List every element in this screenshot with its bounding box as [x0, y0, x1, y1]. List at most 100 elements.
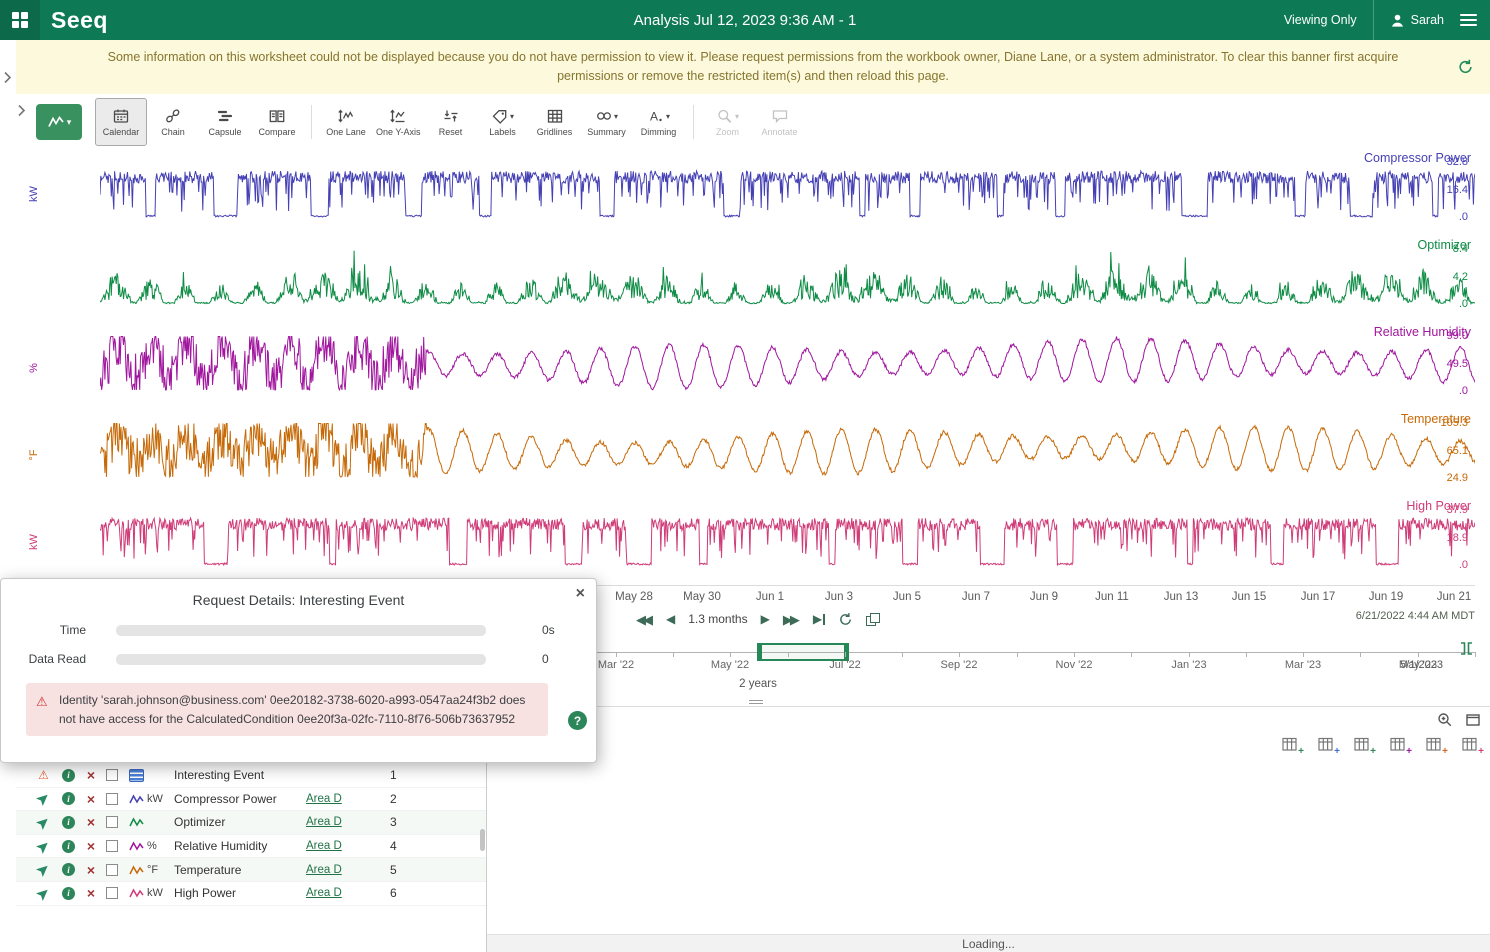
- row-checkbox[interactable]: [106, 840, 118, 852]
- info-icon[interactable]: i: [62, 840, 75, 853]
- toolbar-button-zoom[interactable]: ▾Zoom: [702, 98, 754, 146]
- timeline-tick-label: Jan '23: [1171, 659, 1206, 671]
- timeline-tick: [730, 652, 731, 657]
- remove-icon[interactable]: ×: [85, 839, 97, 853]
- row-checkbox[interactable]: [106, 769, 118, 781]
- step-back-large-icon[interactable]: ◀◀: [636, 613, 653, 626]
- toolbar-button-capsule[interactable]: Capsule: [199, 98, 251, 146]
- timeline-tick: [1360, 652, 1361, 657]
- navigate-to-item-icon[interactable]: [36, 816, 51, 829]
- expand-worksheets-chevron-icon[interactable]: [17, 104, 26, 117]
- toolbar-button-reset[interactable]: Reset: [425, 98, 477, 146]
- toolbar-button-one-lane[interactable]: One Lane: [320, 98, 372, 146]
- toolbar-button-dimming[interactable]: A▾Dimming: [633, 98, 685, 146]
- lane-plot[interactable]: Optimizer: [100, 237, 1475, 324]
- asset-link[interactable]: Area D: [306, 793, 390, 805]
- toolbar-button-compare[interactable]: Compare: [251, 98, 303, 146]
- step-back-icon[interactable]: ◀: [666, 613, 675, 625]
- navigate-to-item-icon[interactable]: [36, 840, 51, 853]
- row-checkbox[interactable]: [106, 793, 118, 805]
- chart-lane-temperature: °F105.365.124.9Temperature: [0, 411, 1475, 498]
- close-icon[interactable]: ×: [576, 586, 585, 602]
- pane-resize-handle[interactable]: [747, 698, 765, 706]
- info-icon[interactable]: i: [62, 769, 75, 782]
- info-icon[interactable]: i: [62, 887, 75, 900]
- detail-row-high-power[interactable]: i×kWHigh PowerArea D6: [0, 882, 486, 906]
- auto-update-icon[interactable]: [838, 612, 853, 627]
- x-axis-tick: Jun 13: [1164, 591, 1199, 603]
- lane-plot[interactable]: Temperature: [100, 411, 1475, 498]
- navigate-to-item-icon[interactable]: [36, 792, 51, 805]
- item-number: 3: [390, 815, 410, 829]
- zoom-icon: ▾: [716, 108, 739, 125]
- info-icon[interactable]: i: [62, 792, 75, 805]
- navigate-to-item-icon[interactable]: [36, 863, 51, 876]
- display-range-duration[interactable]: 1.3 months: [688, 612, 747, 626]
- collapse-panel-icon[interactable]: [1465, 712, 1481, 728]
- toolbar-button-label: Summary: [587, 127, 626, 137]
- hamburger-menu-icon[interactable]: [1460, 11, 1477, 29]
- toolbar-button-gridlines[interactable]: Gridlines: [529, 98, 581, 146]
- asset-link[interactable]: Area D: [306, 816, 390, 828]
- remove-icon[interactable]: ×: [85, 792, 97, 806]
- table-tool-icon-4[interactable]: +: [1390, 737, 1410, 754]
- detail-row-relative-humidity[interactable]: i×%Relative HumidityArea D4: [0, 835, 486, 859]
- remove-icon[interactable]: ×: [85, 815, 97, 829]
- step-to-end-icon[interactable]: ▶: [813, 613, 825, 625]
- asset-link[interactable]: Area D: [306, 840, 390, 852]
- detail-row-interesting-event[interactable]: ⚠i×Interesting Event1: [0, 764, 486, 788]
- trend-chart[interactable]: kW32.816.4.0Compressor Power8.44.2.0Opti…: [0, 150, 1475, 585]
- asset-link[interactable]: Area D: [306, 864, 390, 876]
- view-selector-button[interactable]: ▾: [36, 104, 82, 140]
- info-icon[interactable]: i: [62, 816, 75, 829]
- lane-plot[interactable]: Relative Humidity: [100, 324, 1475, 411]
- table-tool-icon-5[interactable]: +: [1426, 737, 1446, 754]
- row-checkbox[interactable]: [106, 887, 118, 899]
- navigate-to-item-icon[interactable]: [36, 887, 51, 900]
- toolbar-button-chain[interactable]: Chain: [147, 98, 199, 146]
- asset-link[interactable]: Area D: [306, 887, 390, 899]
- row-checkbox[interactable]: [106, 864, 118, 876]
- help-icon[interactable]: ?: [568, 711, 587, 730]
- top-bar: Seeq Analysis Jul 12, 2023 9:36 AM - 1 V…: [0, 0, 1490, 40]
- info-icon[interactable]: i: [62, 863, 75, 876]
- user-menu[interactable]: Sarah: [1373, 0, 1444, 40]
- lane-plot[interactable]: High Power: [100, 498, 1475, 585]
- banner-refresh-icon[interactable]: [1457, 59, 1474, 76]
- toolbar-button-annotate[interactable]: Annotate: [754, 98, 806, 146]
- toolbar-button-labels[interactable]: ▾Labels: [477, 98, 529, 146]
- app-grid-button[interactable]: [0, 0, 40, 40]
- metric-value: 0: [542, 652, 549, 666]
- timeline-tick: [1017, 652, 1018, 657]
- toolbar-separator: [693, 105, 694, 139]
- step-forward-large-icon[interactable]: ▶▶: [783, 613, 800, 626]
- lane-label: Optimizer: [1418, 238, 1471, 252]
- table-tool-icon-2[interactable]: +: [1318, 737, 1338, 754]
- remove-icon[interactable]: ×: [85, 768, 97, 782]
- toolbar-button-calendar[interactable]: Calendar: [95, 98, 147, 146]
- step-forward-icon[interactable]: ▶: [761, 613, 770, 625]
- detail-row-temperature[interactable]: i×°FTemperatureArea D5: [0, 858, 486, 882]
- remove-icon[interactable]: ×: [85, 863, 97, 877]
- detail-row-compressor-power[interactable]: i×kWCompressor PowerArea D2: [0, 788, 486, 812]
- lane-label: High Power: [1406, 499, 1471, 513]
- viewing-only-label[interactable]: Viewing Only: [1284, 13, 1357, 27]
- table-tool-icon-1[interactable]: +: [1282, 737, 1302, 754]
- capsule-time-icon[interactable]: [866, 613, 880, 626]
- toolbar-button-label: Gridlines: [537, 127, 573, 137]
- lane-plot[interactable]: Compressor Power: [100, 150, 1475, 237]
- table-tool-icon-6[interactable]: +: [1462, 737, 1482, 754]
- expand-left-panel-chevron-icon[interactable]: [3, 71, 12, 84]
- row-checkbox[interactable]: [106, 816, 118, 828]
- remove-icon[interactable]: ×: [85, 886, 97, 900]
- zoom-in-icon[interactable]: [1437, 712, 1453, 728]
- table-tool-icon-3[interactable]: +: [1354, 737, 1374, 754]
- full-range-icon[interactable]: [1459, 641, 1474, 656]
- capsule-icon: [216, 108, 234, 125]
- detail-row-optimizer[interactable]: i×OptimizerArea D3: [0, 811, 486, 835]
- details-scrollbar[interactable]: [480, 829, 485, 851]
- warning-icon[interactable]: ⚠: [36, 769, 51, 781]
- trend-view-icon: [47, 114, 65, 130]
- toolbar-button-summary[interactable]: ▾Summary: [581, 98, 633, 146]
- toolbar-button-one-y-axis[interactable]: One Y-Axis: [372, 98, 425, 146]
